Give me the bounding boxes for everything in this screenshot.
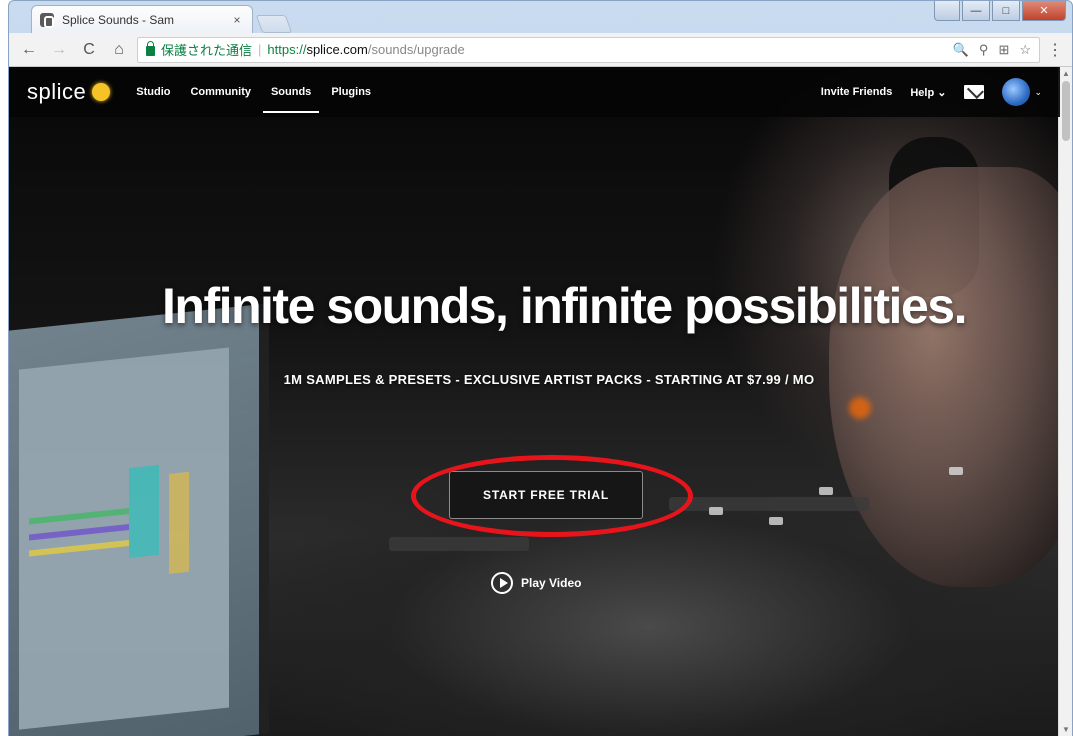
mail-icon[interactable] [964, 85, 985, 99]
menu-icon[interactable]: ⋮ [1046, 40, 1064, 60]
lock-icon [146, 41, 155, 56]
play-video-label: Play Video [521, 576, 582, 590]
nav-right: Invite Friends Help ⌄ ⌄ [821, 67, 1042, 117]
highlight-annotation [411, 455, 693, 537]
address-bar[interactable]: 保護された通信 | https://splice.com/sounds/upgr… [137, 36, 1040, 63]
nav-plugins[interactable]: Plugins [331, 67, 371, 117]
hero-title: Infinite sounds, infinite possibilities. [162, 278, 967, 334]
help-menu[interactable]: Help ⌄ [910, 67, 946, 117]
url: https://splice.com/sounds/upgrade [267, 42, 464, 57]
omnibox-actions: 🔍 ⚲ ⊞ ☆ [953, 42, 1031, 58]
browser-toolbar: ← → C ⌂ 保護された通信 | https://splice.com/sou… [9, 33, 1072, 67]
favicon-icon [40, 12, 54, 28]
maximize-button[interactable]: □ [992, 1, 1020, 21]
logo-text: splice [27, 79, 87, 104]
splice-logo[interactable]: splice [27, 79, 111, 105]
zoom-icon[interactable]: 🔍 [953, 42, 969, 58]
url-path: /sounds/upgrade [367, 42, 465, 57]
new-tab-button[interactable] [255, 15, 293, 33]
scrollbar[interactable]: ▲ ▼ [1058, 67, 1072, 736]
forward-icon[interactable]: → [47, 38, 71, 62]
scrollbar-thumb[interactable] [1062, 81, 1070, 141]
browser-tab[interactable]: Splice Sounds - Sam × [31, 5, 253, 33]
play-icon [491, 572, 513, 594]
tab-close-icon[interactable]: × [230, 13, 244, 27]
star-icon[interactable]: ☆ [1019, 42, 1031, 58]
secure-label: 保護された通信 [161, 43, 253, 58]
invite-friends-link[interactable]: Invite Friends [821, 67, 893, 117]
window-controls: — □ ✕ [934, 1, 1066, 21]
chevron-down-icon[interactable]: ⌄ [1034, 87, 1042, 98]
nav-community[interactable]: Community [190, 67, 251, 117]
url-separator: | [258, 42, 262, 57]
logo-badge-icon [92, 83, 111, 101]
tab-title: Splice Sounds - Sam [62, 12, 175, 27]
reload-icon[interactable]: C [77, 38, 101, 62]
profile-icon[interactable] [934, 1, 960, 21]
site-nav: splice Studio Community Sounds Plugins I… [9, 67, 1060, 117]
avatar[interactable] [1002, 78, 1031, 106]
close-window-button[interactable]: ✕ [1022, 1, 1066, 21]
home-icon[interactable]: ⌂ [107, 38, 131, 62]
scroll-down-icon[interactable]: ▼ [1059, 723, 1073, 736]
play-video-button[interactable]: Play Video [491, 572, 581, 594]
url-host: splice.com [306, 42, 368, 57]
page-viewport: splice Studio Community Sounds Plugins I… [9, 67, 1060, 736]
extension-icon[interactable]: ⚲ [979, 42, 989, 58]
url-scheme: https:// [267, 42, 307, 57]
hero-subtitle: 1M SAMPLES & PRESETS - EXCLUSIVE ARTIST … [283, 372, 815, 387]
nav-studio[interactable]: Studio [136, 67, 170, 117]
browser-window: Splice Sounds - Sam × — □ ✕ ← → C ⌂ 保護され… [8, 0, 1073, 736]
back-icon[interactable]: ← [17, 38, 41, 62]
translate-icon[interactable]: ⊞ [998, 42, 1009, 58]
scroll-up-icon[interactable]: ▲ [1059, 67, 1073, 81]
hero: Infinite sounds, infinite possibilities.… [9, 67, 1060, 736]
nav-sounds[interactable]: Sounds [262, 67, 320, 117]
minimize-button[interactable]: — [962, 1, 990, 21]
